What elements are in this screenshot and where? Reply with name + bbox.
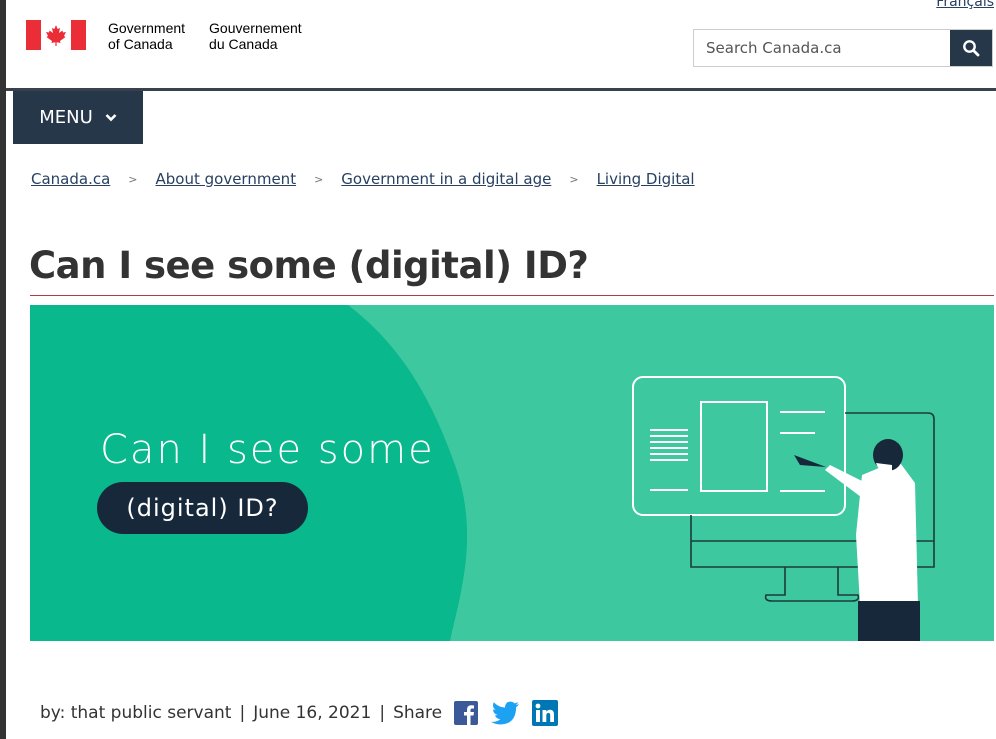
canada-flag-icon bbox=[26, 20, 86, 50]
hero-banner-image: Can I see some (digital) ID? bbox=[30, 305, 994, 641]
search-button[interactable] bbox=[950, 30, 992, 66]
hero-heading-pill: (digital) ID? bbox=[97, 482, 308, 534]
language-toggle-link[interactable]: Français bbox=[936, 0, 994, 10]
breadcrumb-canada[interactable]: Canada.ca bbox=[31, 170, 110, 188]
breadcrumb-about-government[interactable]: About government bbox=[156, 170, 297, 188]
breadcrumb-government-digital-age[interactable]: Government in a digital age bbox=[341, 170, 551, 188]
header-divider bbox=[6, 88, 996, 91]
window-left-border bbox=[0, 0, 6, 739]
facebook-icon[interactable] bbox=[454, 701, 479, 725]
breadcrumb-separator: > bbox=[314, 172, 324, 186]
share-label: Share bbox=[393, 703, 443, 723]
linkedin-icon[interactable] bbox=[532, 700, 559, 726]
hero-heading-line1: Can I see some bbox=[100, 427, 435, 473]
site-search bbox=[693, 29, 993, 67]
article-byline: by: that public servant | June 16, 2021 … bbox=[40, 700, 559, 726]
chevron-down-icon bbox=[105, 113, 117, 122]
breadcrumb-separator: > bbox=[128, 172, 138, 186]
page-title: Can I see some (digital) ID? bbox=[29, 244, 589, 287]
twitter-icon[interactable] bbox=[490, 701, 520, 725]
breadcrumb: Canada.ca > About government > Governmen… bbox=[31, 170, 695, 188]
breadcrumb-separator: > bbox=[569, 172, 579, 186]
search-icon bbox=[963, 40, 980, 57]
byline-date: June 16, 2021 bbox=[253, 703, 372, 723]
search-input[interactable] bbox=[694, 30, 950, 66]
government-name-en: Government of Canada bbox=[108, 20, 186, 52]
byline-divider: | bbox=[379, 703, 386, 723]
title-underline bbox=[30, 295, 994, 296]
government-name-fr: Gouvernement du Canada bbox=[209, 20, 302, 52]
hero-illustration bbox=[30, 305, 935, 641]
menu-button[interactable]: MENU bbox=[13, 91, 143, 144]
menu-label: MENU bbox=[39, 107, 93, 128]
byline-author: by: that public servant bbox=[40, 703, 232, 723]
breadcrumb-living-digital[interactable]: Living Digital bbox=[597, 170, 695, 188]
byline-divider: | bbox=[239, 703, 246, 723]
government-signature[interactable]: Government of Canada Gouvernement du Can… bbox=[26, 20, 326, 52]
